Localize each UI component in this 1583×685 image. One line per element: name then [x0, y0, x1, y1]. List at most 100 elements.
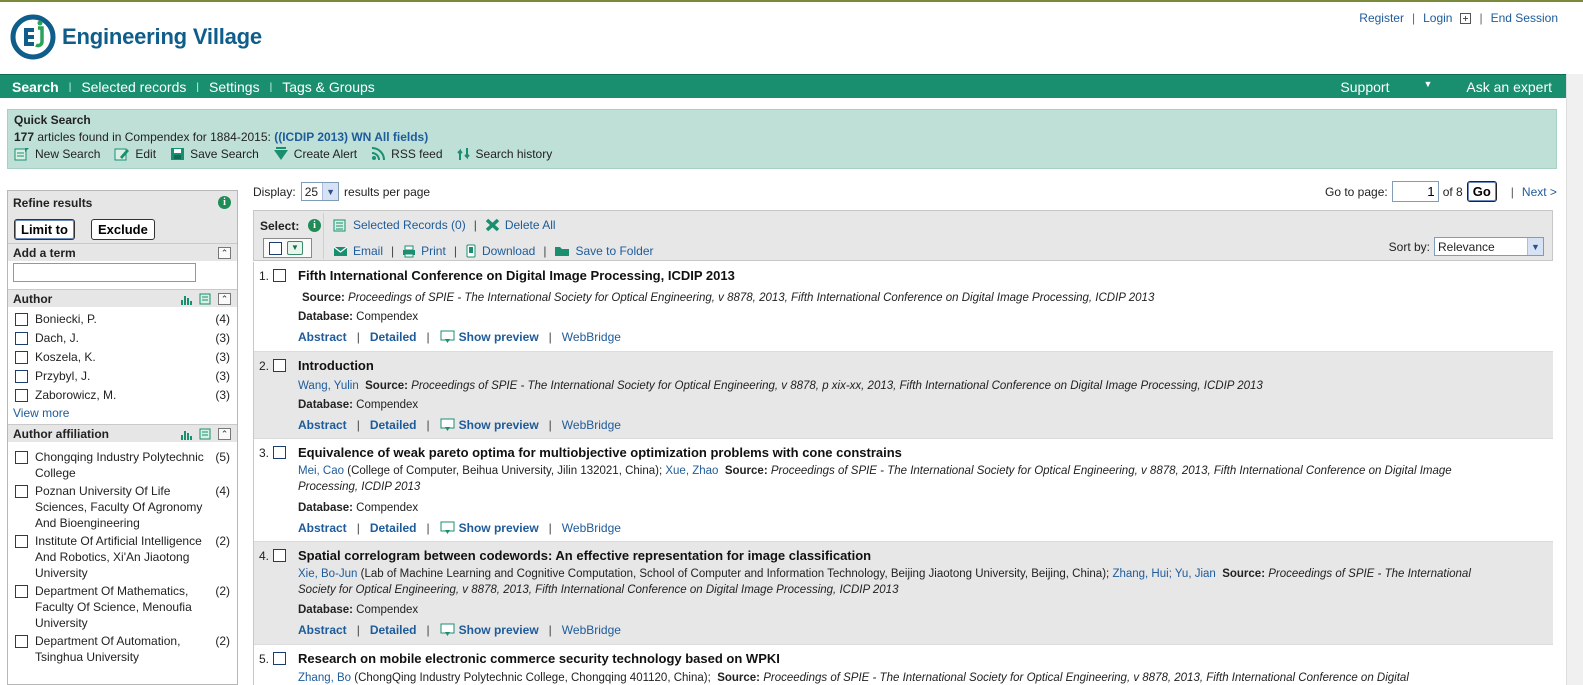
view-more-link[interactable]: View more [13, 406, 69, 420]
show-preview-link[interactable]: Show preview [440, 418, 539, 432]
webbridge-link[interactable]: WebBridge [562, 521, 621, 535]
record-checkbox[interactable] [273, 359, 286, 372]
show-preview-link[interactable]: Show preview [440, 521, 539, 535]
chart-icon[interactable] [180, 429, 193, 440]
author-link[interactable]: Zhang, Hui; [1112, 568, 1171, 580]
checkbox[interactable] [15, 535, 28, 548]
collapse-icon[interactable]: ⌃ [218, 247, 231, 259]
expand-login-icon[interactable] [1460, 12, 1472, 24]
edit-button[interactable]: Edit [114, 147, 156, 161]
save-to-folder-link[interactable]: Save to Folder [554, 244, 654, 258]
delete-all-link[interactable]: Delete All [485, 218, 556, 232]
record-title[interactable]: Introduction [298, 358, 374, 373]
checkbox[interactable] [15, 313, 28, 326]
nav-ask-expert[interactable]: Ask an expert [1466, 79, 1552, 95]
info-icon[interactable]: i [218, 196, 231, 209]
nav-search[interactable]: Search [12, 79, 59, 95]
login-link[interactable]: Login [1423, 11, 1452, 25]
export-icon[interactable] [199, 428, 212, 440]
checkbox[interactable] [15, 585, 28, 598]
author-link[interactable]: Yu, Jian [1175, 568, 1216, 580]
record-title[interactable]: Equivalence of weak pareto optima for mu… [298, 445, 902, 460]
record-checkbox[interactable] [273, 446, 286, 459]
nav-support[interactable]: Support ▼ [1306, 79, 1432, 95]
facet-item[interactable]: Department Of Mathematics, Faculty Of Sc… [8, 583, 237, 631]
chevron-down-icon[interactable]: ▼ [287, 241, 303, 255]
limit-to-button[interactable]: Limit to [14, 219, 75, 240]
show-preview-link[interactable]: Show preview [440, 330, 539, 344]
collapse-icon[interactable]: ⌃ [218, 293, 231, 305]
results-per-page-select[interactable]: 25 ▼ [300, 182, 340, 201]
download-link[interactable]: Download [465, 244, 535, 258]
info-icon[interactable]: i [308, 219, 321, 232]
end-session-link[interactable]: End Session [1491, 11, 1558, 25]
detailed-link[interactable]: Detailed [370, 521, 417, 535]
select-all-control[interactable]: ▼ [263, 238, 312, 258]
new-search-button[interactable]: New Search [14, 147, 100, 161]
author-link[interactable]: Mei, Cao [298, 465, 344, 477]
checkbox[interactable] [15, 389, 28, 402]
checkbox[interactable] [15, 370, 28, 383]
record-checkbox[interactable] [273, 652, 286, 665]
export-icon[interactable] [199, 293, 212, 305]
checkbox[interactable] [15, 485, 28, 498]
register-link[interactable]: Register [1359, 11, 1404, 25]
detailed-link[interactable]: Detailed [370, 623, 417, 637]
record-checkbox[interactable] [273, 549, 286, 562]
nav-tags-groups[interactable]: Tags & Groups [282, 79, 375, 95]
add-term-input[interactable] [13, 263, 196, 282]
page-scrollbar[interactable] [1566, 74, 1583, 685]
abstract-link[interactable]: Abstract [298, 330, 347, 344]
create-alert-button[interactable]: Create Alert [273, 147, 357, 161]
webbridge-link[interactable]: WebBridge [562, 330, 621, 344]
author-link[interactable]: Xie, Bo-Jun [298, 568, 357, 580]
facet-item[interactable]: Boniecki, P. (4) [8, 311, 237, 330]
page-number-input[interactable] [1391, 181, 1439, 202]
record-title[interactable]: Fifth International Conference on Digita… [298, 268, 735, 283]
detailed-link[interactable]: Detailed [370, 330, 417, 344]
collapse-icon[interactable]: ⌃ [218, 428, 231, 440]
record-title[interactable]: Spatial correlogram between codewords: A… [298, 548, 871, 563]
facet-item[interactable]: Przybyl, J. (3) [8, 368, 237, 387]
webbridge-link[interactable]: WebBridge [562, 623, 621, 637]
print-link[interactable]: Print [402, 244, 446, 258]
checkbox[interactable] [15, 451, 28, 464]
facet-item[interactable]: Dach, J. (3) [8, 330, 237, 349]
rss-feed-button[interactable]: RSS feed [371, 147, 443, 161]
facet-item[interactable]: Poznan University Of Life Sciences, Facu… [8, 483, 237, 531]
facet-item[interactable]: Chongqing Industry Polytechnic College (5… [8, 449, 237, 481]
search-history-button[interactable]: Search history [456, 147, 552, 161]
logo[interactable]: Engineering Village [10, 14, 262, 60]
select-all-checkbox[interactable] [269, 241, 282, 255]
author-link[interactable]: Xue, Zhao [665, 465, 718, 477]
facet-item[interactable]: Koszela, K. (3) [8, 349, 237, 368]
webbridge-link[interactable]: WebBridge [562, 418, 621, 432]
checkbox[interactable] [15, 635, 28, 648]
facet-item[interactable]: Department Of Automation, Tsinghua Unive… [8, 633, 237, 665]
result-record: 1. Fifth International Conference on Dig… [254, 262, 1553, 352]
sort-select[interactable]: Relevance ▼ [1434, 237, 1544, 256]
abstract-link[interactable]: Abstract [298, 623, 347, 637]
facet-item[interactable]: Institute Of Artificial Intelligence And… [8, 533, 237, 581]
exclude-button[interactable]: Exclude [91, 219, 155, 240]
nav-settings[interactable]: Settings [209, 79, 260, 95]
show-preview-link[interactable]: Show preview [440, 623, 539, 637]
detailed-link[interactable]: Detailed [370, 418, 417, 432]
selected-records-link[interactable]: Selected Records (0) [333, 218, 466, 232]
checkbox[interactable] [15, 332, 28, 345]
next-page-link[interactable]: Next > [1522, 185, 1557, 199]
chart-icon[interactable] [180, 294, 193, 305]
abstract-link[interactable]: Abstract [298, 418, 347, 432]
facet-item[interactable]: Zaborowicz, M. (3) [8, 387, 237, 406]
abstract-link[interactable]: Abstract [298, 521, 347, 535]
search-query[interactable]: ((ICDIP 2013) WN All fields) [274, 130, 428, 144]
go-button[interactable]: Go [1466, 181, 1497, 202]
author-link[interactable]: Zhang, Bo [298, 672, 351, 684]
nav-selected-records[interactable]: Selected records [81, 79, 186, 95]
author-link[interactable]: Wang, Yulin [298, 380, 359, 392]
checkbox[interactable] [15, 351, 28, 364]
save-search-button[interactable]: Save Search [170, 147, 259, 161]
record-title[interactable]: Research on mobile electronic commerce s… [298, 651, 780, 666]
record-checkbox[interactable] [273, 269, 286, 282]
email-link[interactable]: Email [333, 244, 383, 258]
